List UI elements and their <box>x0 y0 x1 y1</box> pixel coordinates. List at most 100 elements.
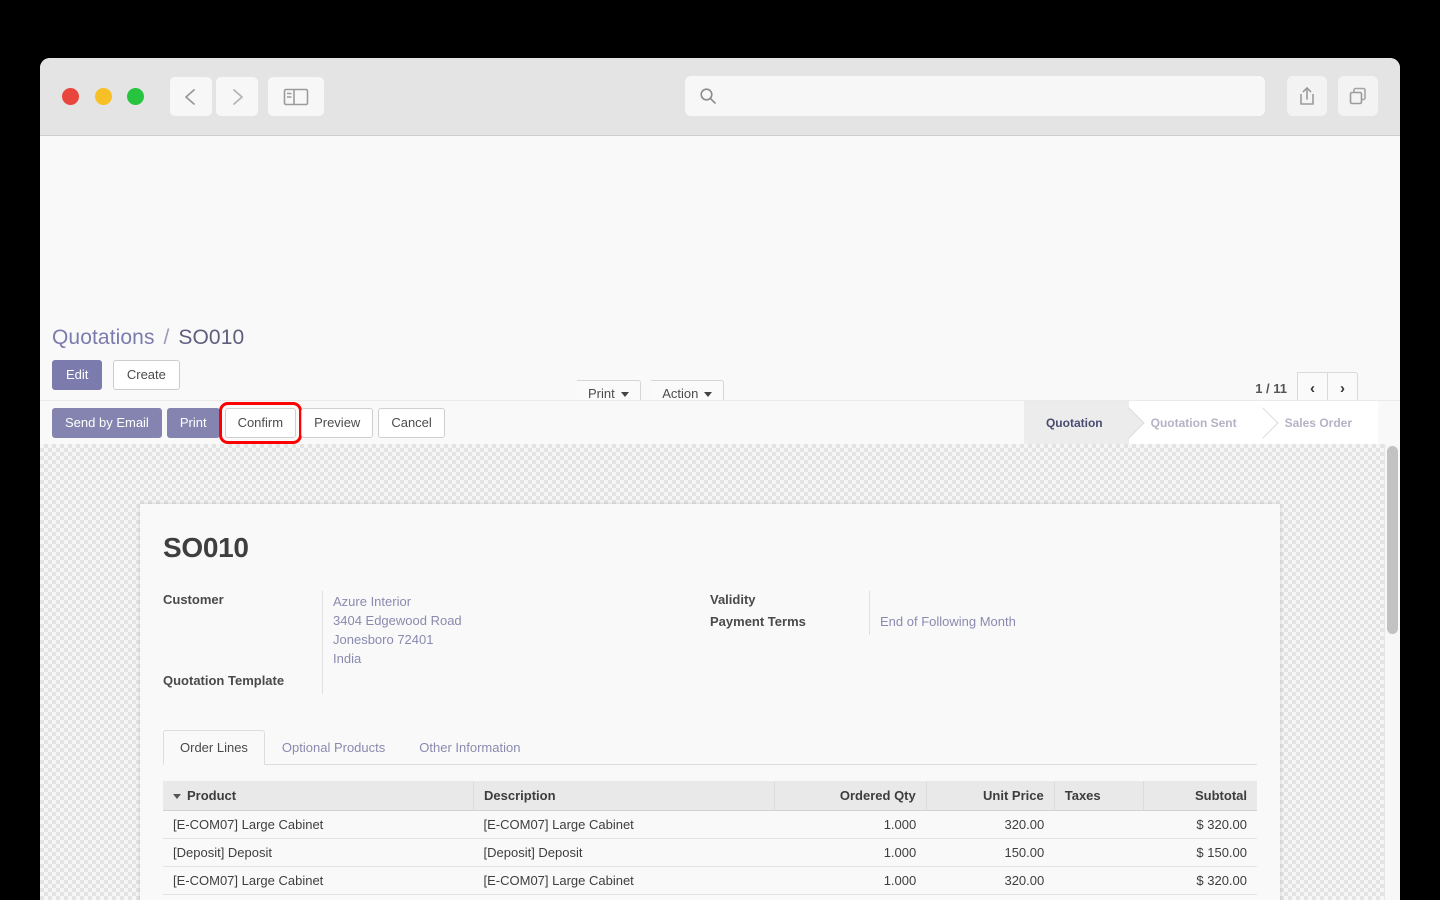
sidebar-toggle-icon <box>283 88 309 105</box>
search-icon <box>700 88 716 104</box>
field-value-customer[interactable]: Azure Interior 3404 Edgewood Road Jonesb… <box>322 591 710 672</box>
form-area: Customer Azure Interior 3404 Edgewood Ro… <box>140 564 1280 694</box>
cell-subtotal[interactable]: $ 320.00 <box>1143 866 1257 895</box>
status-stage-quotation[interactable]: Quotation <box>1023 401 1129 444</box>
column-header-ordered-qty[interactable]: Ordered Qty <box>774 781 927 811</box>
chevron-left-icon <box>185 88 195 105</box>
status-row: Send by Email Print Confirm Preview Cancel Q… <box>40 400 1400 445</box>
form-column-left: Customer Azure Interior 3404 Edgewood Ro… <box>163 591 710 694</box>
edit-button[interactable]: Edit <box>52 360 103 390</box>
cell-subtotal[interactable]: $ 320.00 <box>1143 810 1257 839</box>
send-by-email-button[interactable]: Send by Email <box>52 408 162 438</box>
breadcrumb-separator: / <box>163 326 170 349</box>
create-button[interactable]: Create <box>112 360 180 390</box>
field-value-validity[interactable] <box>869 591 1257 613</box>
cell-ordered_qty[interactable]: 1.000 <box>774 866 927 895</box>
cell-product[interactable]: [Deposit] Deposit <box>163 838 474 867</box>
customer-name[interactable]: Azure Interior <box>333 592 710 611</box>
address-input[interactable] <box>727 87 1211 105</box>
address-bar[interactable] <box>685 76 1265 116</box>
record-sheet: SO010 Customer Azure Interior 3404 Edgew… <box>140 504 1280 900</box>
field-quotation-template: Quotation Template <box>163 672 710 694</box>
column-header-description[interactable]: Description <box>473 781 775 811</box>
table-row[interactable]: [Deposit] Deposit [Deposit] Deposit 1.000 1… <box>163 838 1257 867</box>
column-header-unit-price[interactable]: Unit Price <box>926 781 1055 811</box>
breadcrumb-quotations[interactable]: Quotations <box>52 326 155 349</box>
tabs-overview-button[interactable] <box>1338 76 1378 116</box>
table-row[interactable]: [E-COM07] Large Cabinet [E-COM07] Large C… <box>163 866 1257 895</box>
order-lines-head: Product Description Ordered Qty Unit Price T… <box>163 781 1257 811</box>
vertical-scrollbar[interactable] <box>1384 444 1400 900</box>
field-label-customer: Customer <box>163 592 224 607</box>
cell-description[interactable]: [E-COM07] Large Cabinet <box>473 866 775 895</box>
cell-unit_price[interactable]: 320.00 <box>926 810 1055 839</box>
cell-description[interactable]: [Deposit] Deposit <box>473 838 775 867</box>
window-close-button[interactable] <box>62 88 79 105</box>
notebook: Order Lines Optional Products Other Inform… <box>163 730 1257 900</box>
cancel-button[interactable]: Cancel <box>378 408 445 438</box>
column-header-product[interactable]: Product <box>163 781 474 811</box>
preview-button[interactable]: Preview <box>301 408 374 438</box>
cell-taxes[interactable] <box>1054 866 1144 895</box>
share-icon <box>1300 87 1314 105</box>
column-header-label: Ordered Qty <box>839 788 916 803</box>
cell-taxes[interactable] <box>1054 810 1144 839</box>
column-header-label: Description <box>484 788 556 803</box>
page-title: SO010 <box>163 532 249 563</box>
sidebar-toggle-button[interactable] <box>268 77 324 116</box>
field-value-payment-terms[interactable]: End of Following Month <box>869 613 1257 635</box>
customer-street[interactable]: 3404 Edgewood Road <box>333 611 710 630</box>
field-label-quotation-template: Quotation Template <box>163 673 285 688</box>
confirm-button[interactable]: Confirm <box>218 402 303 444</box>
order-lines-table: Product Description Ordered Qty Unit Price T… <box>163 781 1257 895</box>
browser-titlebar <box>40 58 1400 136</box>
cell-taxes[interactable] <box>1054 838 1144 867</box>
column-header-label: Unit Price <box>983 788 1044 803</box>
field-label-validity: Validity <box>710 592 756 607</box>
pager-count: 1 / 11 <box>1255 380 1287 396</box>
order-lines-body: [E-COM07] Large Cabinet [E-COM07] Large C… <box>163 810 1257 895</box>
table-row[interactable]: [E-COM07] Large Cabinet [E-COM07] Large C… <box>163 810 1257 839</box>
cell-product[interactable]: [E-COM07] Large Cabinet <box>163 810 474 839</box>
print-button[interactable]: Print <box>166 408 220 438</box>
cell-ordered_qty[interactable]: 1.000 <box>774 810 927 839</box>
field-validity: Validity <box>710 591 1257 613</box>
chevron-right-icon <box>233 88 243 105</box>
column-header-subtotal[interactable]: Subtotal <box>1143 781 1257 811</box>
order-lines-header-row: Product Description Ordered Qty Unit Price T… <box>163 781 1257 811</box>
column-header-taxes[interactable]: Taxes <box>1054 781 1144 811</box>
tab-optional-products[interactable]: Optional Products <box>265 730 402 765</box>
action-dropdown-label: Action <box>662 386 699 401</box>
chevron-down-icon <box>704 392 713 398</box>
cell-ordered_qty[interactable]: 1.000 <box>774 838 927 867</box>
forward-button[interactable] <box>216 77 258 116</box>
cell-unit_price[interactable]: 320.00 <box>926 866 1055 895</box>
cell-description[interactable]: [E-COM07] Large Cabinet <box>473 810 775 839</box>
breadcrumb-current: SO010 <box>178 326 245 349</box>
chevron-down-icon <box>620 392 629 398</box>
window-maximize-button[interactable] <box>127 88 144 105</box>
column-header-label: Product <box>187 788 237 803</box>
cell-unit_price[interactable]: 150.00 <box>926 838 1055 867</box>
vertical-scrollbar-thumb[interactable] <box>1387 446 1398 634</box>
field-payment-terms: Payment Terms End of Following Month <box>710 613 1257 635</box>
window-minimize-button[interactable] <box>95 88 112 105</box>
cell-subtotal[interactable]: $ 150.00 <box>1143 838 1257 867</box>
tab-other-information[interactable]: Other Information <box>402 730 537 765</box>
tab-order-lines[interactable]: Order Lines <box>163 730 265 765</box>
status-stage-sales-order[interactable]: Sales Order <box>1262 401 1378 444</box>
cell-product[interactable]: [E-COM07] Large Cabinet <box>163 866 474 895</box>
customer-country[interactable]: India <box>333 649 710 668</box>
share-button[interactable] <box>1287 76 1327 116</box>
field-value-quotation-template[interactable] <box>322 672 710 694</box>
status-bar: Quotation Quotation Sent Sales Order <box>1023 401 1378 444</box>
sort-descending-icon <box>173 794 181 800</box>
screen-root: Quotations / SO010 Edit Create Print Act… <box>0 0 1440 900</box>
status-stage-quotation-sent[interactable]: Quotation Sent <box>1128 401 1263 444</box>
customer-city-zip[interactable]: Jonesboro 72401 <box>333 630 710 649</box>
table-footer-gap <box>163 895 1257 900</box>
sheet-background: SO010 Customer Azure Interior 3404 Edgew… <box>40 444 1400 900</box>
breadcrumb: Quotations / SO010 <box>52 326 244 350</box>
browser-window: Quotations / SO010 Edit Create Print Act… <box>40 58 1400 900</box>
back-button[interactable] <box>170 77 212 116</box>
